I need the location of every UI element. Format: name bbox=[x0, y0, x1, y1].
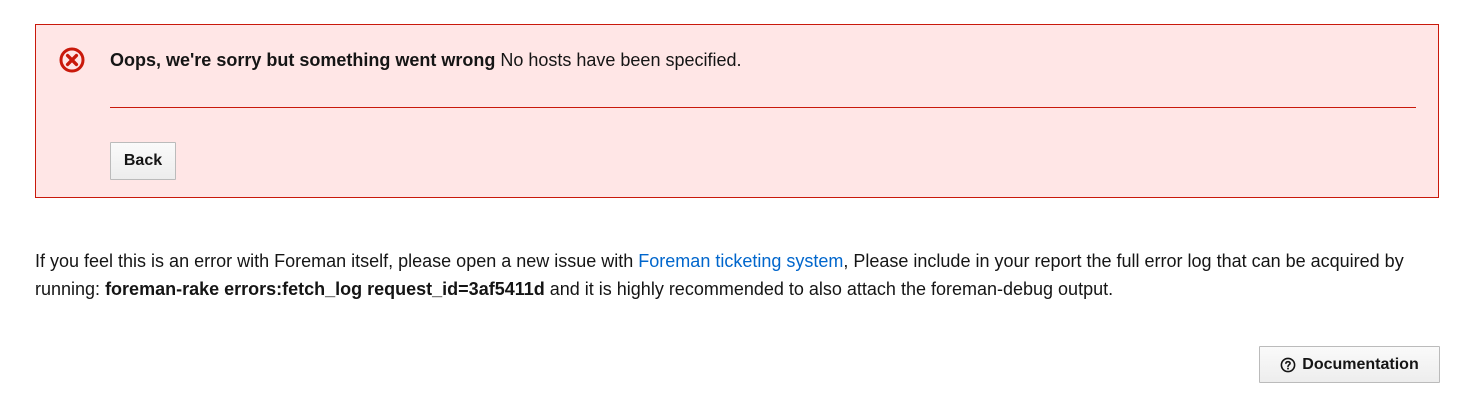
error-alert: Oops, we're sorry but something went wro… bbox=[35, 24, 1439, 198]
alert-divider bbox=[110, 107, 1416, 108]
error-circle-icon bbox=[59, 47, 85, 73]
documentation-label: Documentation bbox=[1302, 355, 1419, 373]
foreman-ticketing-link[interactable]: Foreman ticketing system bbox=[638, 251, 843, 271]
alert-title: Oops, we're sorry but something went wro… bbox=[110, 50, 496, 70]
instructions-prefix: If you feel this is an error with Forema… bbox=[35, 251, 639, 271]
help-circle-icon bbox=[1280, 357, 1296, 373]
error-report-instructions: If you feel this is an error with Forema… bbox=[35, 248, 1430, 303]
back-button[interactable]: Back bbox=[110, 142, 176, 180]
alert-body: No hosts have been specified. bbox=[500, 50, 742, 70]
alert-message: Oops, we're sorry but something went wro… bbox=[110, 49, 742, 71]
fetch-log-command: foreman-rake errors:fetch_log request_id… bbox=[105, 278, 545, 299]
documentation-button[interactable]: Documentation bbox=[1259, 346, 1440, 383]
instructions-suffix: and it is highly recommended to also att… bbox=[544, 278, 1114, 299]
